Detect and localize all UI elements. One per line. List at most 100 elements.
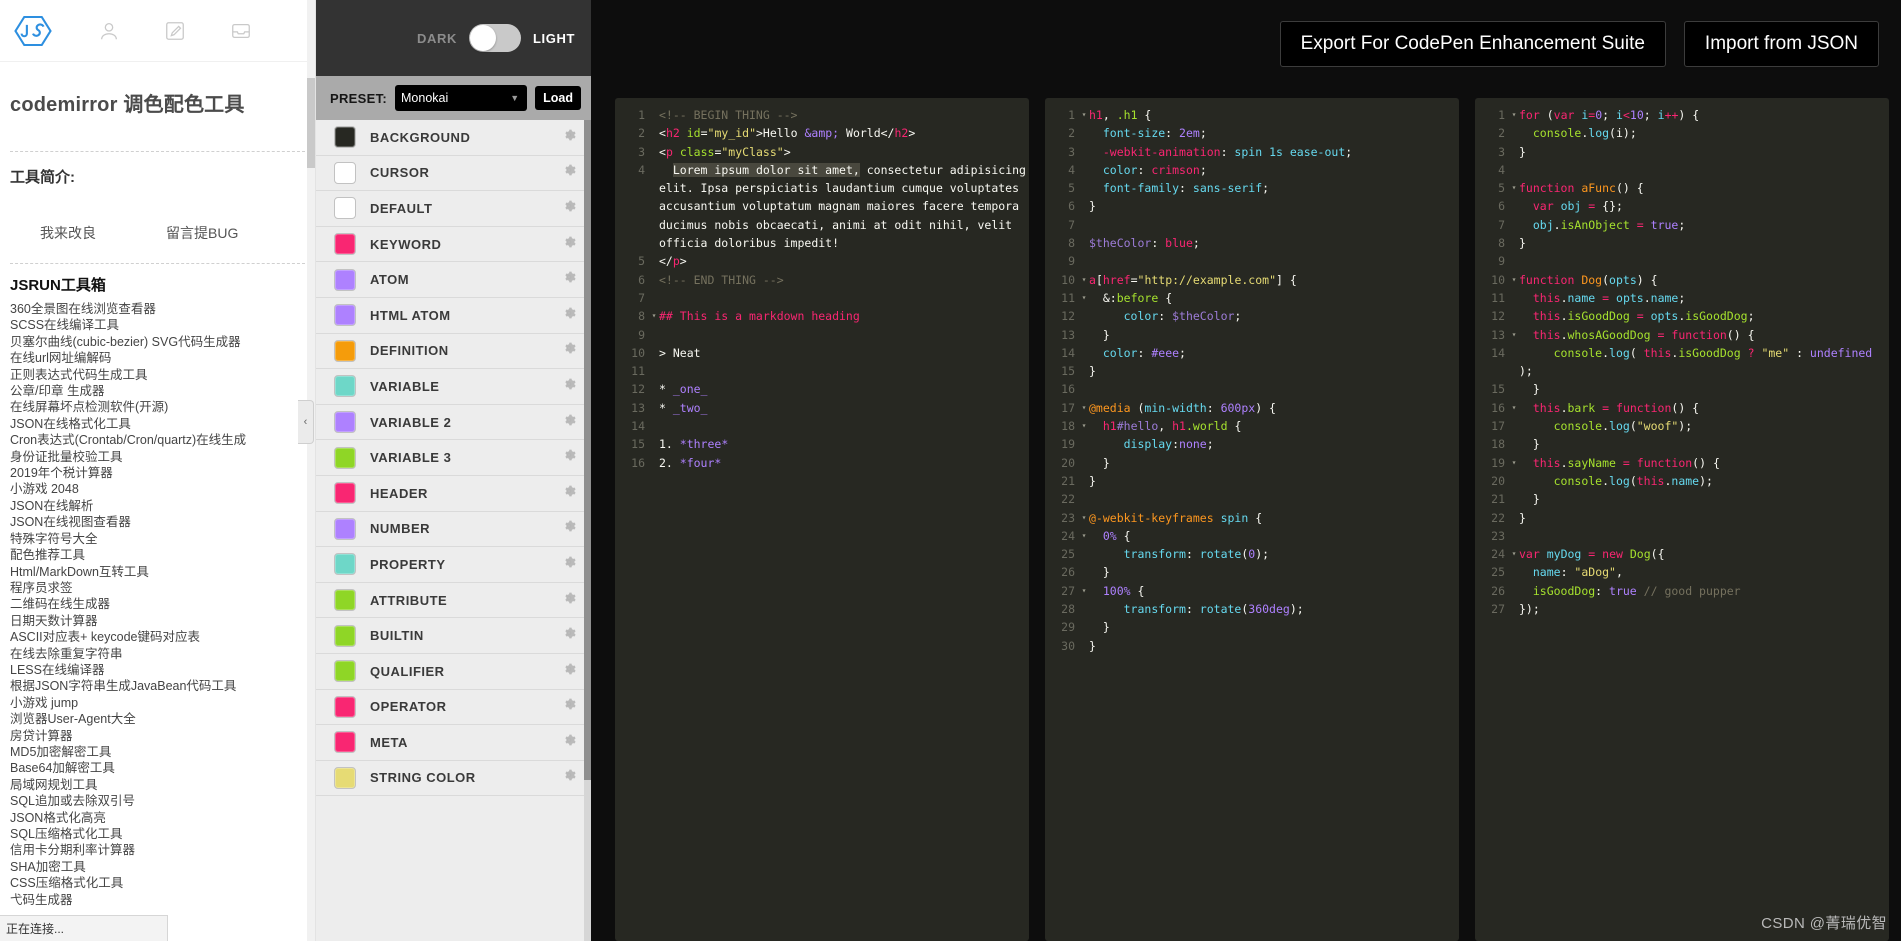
color-swatch[interactable] <box>334 446 356 469</box>
tool-list-item[interactable]: JSON在线格式化工具 <box>10 416 305 432</box>
fold-marker[interactable]: ▾ <box>1079 527 1089 545</box>
tool-list-item[interactable]: 在线屏幕坏点检测软件(开源) <box>10 399 305 415</box>
color-swatch[interactable] <box>334 517 356 540</box>
gear-icon[interactable] <box>561 696 577 717</box>
color-swatch[interactable] <box>334 126 356 149</box>
color-swatch[interactable] <box>334 695 356 718</box>
tool-list-item[interactable]: 正则表达式代码生成工具 <box>10 367 305 383</box>
edit-icon[interactable] <box>164 20 186 42</box>
tool-list-item[interactable]: 浏览器User-Agent大全 <box>10 711 305 727</box>
fold-marker[interactable]: ▾ <box>1509 399 1519 417</box>
js-editor[interactable]: 1 ▾ for (var i=0; i<10; i++) {2 console.lo… <box>1475 98 1889 941</box>
swatch-row[interactable]: BUILTIN <box>316 618 591 654</box>
fold-marker[interactable]: ▾ <box>1079 417 1089 435</box>
tool-list-item[interactable]: Base64加解密工具 <box>10 760 305 776</box>
tool-list-item[interactable]: MD5加密解密工具 <box>10 744 305 760</box>
fold-marker[interactable]: ▾ <box>1079 582 1089 600</box>
fold-marker[interactable]: ▾ <box>1509 454 1519 472</box>
color-swatch[interactable] <box>334 339 356 362</box>
tool-list-item[interactable]: 公章/印章 生成器 <box>10 383 305 399</box>
tool-list-item[interactable]: JSON在线解析 <box>10 498 305 514</box>
tool-list-item[interactable]: Cron表达式(Crontab/Cron/quartz)在线生成 <box>10 432 305 448</box>
color-swatch[interactable] <box>334 268 356 291</box>
tool-list-item[interactable]: 配色推荐工具 <box>10 547 305 563</box>
color-swatch[interactable] <box>334 161 356 184</box>
swatch-row[interactable]: BACKGROUND <box>316 120 591 156</box>
color-swatch[interactable] <box>334 197 356 220</box>
dark-light-toggle[interactable] <box>469 24 521 52</box>
swatch-row[interactable]: DEFINITION <box>316 334 591 370</box>
user-icon[interactable] <box>98 20 120 42</box>
swatch-row[interactable]: META <box>316 725 591 761</box>
swatch-row[interactable]: HTML ATOM <box>316 298 591 334</box>
color-swatch[interactable] <box>334 304 356 327</box>
panel-collapse-handle[interactable]: ‹ <box>298 400 314 444</box>
export-codepen-button[interactable]: Export For CodePen Enhancement Suite <box>1279 21 1666 67</box>
tool-list-item[interactable]: JSON在线视图查看器 <box>10 514 305 530</box>
swatch-row[interactable]: PROPERTY <box>316 547 591 583</box>
swatch-row[interactable]: HEADER <box>316 476 591 512</box>
gear-icon[interactable] <box>561 625 577 646</box>
swatch-row[interactable]: NUMBER <box>316 512 591 548</box>
tool-list-item[interactable]: JSON格式化高亮 <box>10 810 305 826</box>
css-editor[interactable]: 1 ▾ h1, .h1 {2 font-size: 2em; 3 -webkit-an… <box>1045 98 1459 941</box>
fold-marker[interactable]: ▾ <box>1509 179 1519 197</box>
tool-list-item[interactable]: Html/MarkDown互转工具 <box>10 564 305 580</box>
tool-list-item[interactable]: 局域网规划工具 <box>10 777 305 793</box>
swatch-row[interactable]: OPERATOR <box>316 690 591 726</box>
color-swatch[interactable] <box>334 411 356 434</box>
gear-icon[interactable] <box>561 305 577 326</box>
swatch-row[interactable]: CURSOR <box>316 156 591 192</box>
js-hexagon-logo[interactable] <box>12 13 54 49</box>
improve-link[interactable]: 我来改良 <box>40 223 96 243</box>
color-swatch[interactable] <box>334 375 356 398</box>
color-swatch[interactable] <box>334 766 356 789</box>
fold-marker[interactable]: ▾ <box>1079 289 1089 307</box>
tool-list-item[interactable]: 程序员求签 <box>10 580 305 596</box>
tool-list-item[interactable]: 2019年个税计算器 <box>10 465 305 481</box>
tool-list-item[interactable]: CSS压缩格式化工具 <box>10 875 305 891</box>
swatch-row[interactable]: KEYWORD <box>316 227 591 263</box>
gear-icon[interactable] <box>561 234 577 255</box>
tool-list-item[interactable]: 信用卡分期利率计算器 <box>10 842 305 858</box>
gear-icon[interactable] <box>561 518 577 539</box>
color-swatch[interactable] <box>334 660 356 683</box>
tool-list-item[interactable]: 小游戏 jump <box>10 695 305 711</box>
gear-icon[interactable] <box>561 198 577 219</box>
gear-icon[interactable] <box>561 269 577 290</box>
preset-select[interactable]: Monokai <box>395 85 528 111</box>
fold-marker[interactable]: ▾ <box>649 307 659 325</box>
tool-list-item[interactable]: 身份证批量校验工具 <box>10 449 305 465</box>
gear-icon[interactable] <box>561 127 577 148</box>
gear-icon[interactable] <box>561 412 577 433</box>
tool-list-item[interactable]: 日期天数计算器 <box>10 613 305 629</box>
theme-panel-scrollbar-thumb[interactable] <box>584 120 591 780</box>
fold-marker[interactable]: ▾ <box>1079 106 1089 124</box>
gear-icon[interactable] <box>561 340 577 361</box>
tool-list-item[interactable]: 特殊字符号大全 <box>10 531 305 547</box>
swatch-row[interactable]: QUALIFIER <box>316 654 591 690</box>
tool-list-item[interactable]: 根据JSON字符串生成JavaBean代码工具 <box>10 678 305 694</box>
gear-icon[interactable] <box>561 483 577 504</box>
color-swatch[interactable] <box>334 624 356 647</box>
html-editor[interactable]: 1 <!-- BEGIN THING --> 2 <h2 id="my_id">Hel… <box>615 98 1029 941</box>
import-json-button[interactable]: Import from JSON <box>1683 21 1879 67</box>
tool-list-item[interactable]: 弋码生成器 <box>10 892 305 908</box>
gear-icon[interactable] <box>561 661 577 682</box>
gear-icon[interactable] <box>561 447 577 468</box>
fold-marker[interactable]: ▾ <box>1509 545 1519 563</box>
tool-list-item[interactable]: 房贷计算器 <box>10 728 305 744</box>
tool-list-item[interactable]: 二维码在线生成器 <box>10 596 305 612</box>
gear-icon[interactable] <box>561 162 577 183</box>
tool-list-item[interactable]: SHA加密工具 <box>10 859 305 875</box>
swatch-row[interactable]: DEFAULT <box>316 191 591 227</box>
color-swatch[interactable] <box>334 731 356 754</box>
gear-icon[interactable] <box>561 767 577 788</box>
swatch-row[interactable]: ATOM <box>316 262 591 298</box>
tool-list-item[interactable]: 360全景图在线浏览查看器 <box>10 301 305 317</box>
tool-list-item[interactable]: 小游戏 2048 <box>10 481 305 497</box>
sidebar-scrollbar-thumb[interactable] <box>307 78 315 168</box>
tool-list-item[interactable]: LESS在线编译器 <box>10 662 305 678</box>
fold-marker[interactable]: ▾ <box>1079 509 1089 527</box>
gear-icon[interactable] <box>561 732 577 753</box>
